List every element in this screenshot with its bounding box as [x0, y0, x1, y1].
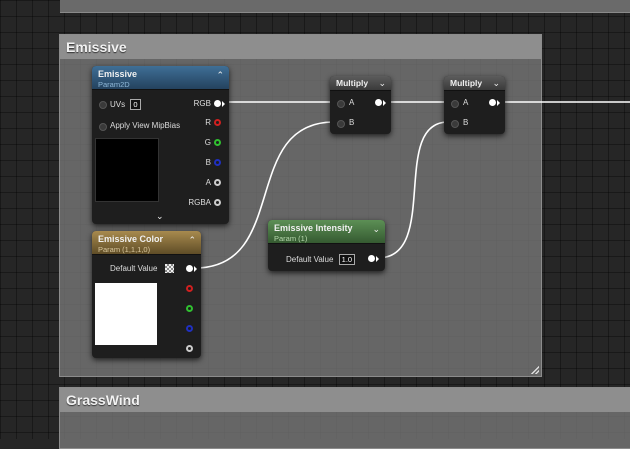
output-rgb-arrow-icon [194, 266, 197, 272]
output-r-label: R [205, 118, 211, 127]
output-rgb-label: RGB [193, 99, 211, 108]
input-b-label: B [463, 118, 469, 127]
node-emissive-texture[interactable]: Emissive Param2D ⌃ UVs 0 Apply View MipB… [92, 66, 229, 224]
input-a-pin[interactable] [337, 100, 345, 108]
node-emissive-intensity[interactable]: Emissive Intensity Param (1) ⌄ Default V… [268, 220, 385, 271]
expand-chevron-icon[interactable]: ⌄ [156, 211, 164, 222]
output-arrow-icon [383, 100, 386, 106]
collapse-chevron-icon[interactable]: ⌃ [216, 70, 224, 81]
output-rgba-pin[interactable] [214, 199, 221, 206]
mipbias-label: Apply View MipBias [110, 121, 181, 130]
input-b-pin[interactable] [451, 120, 459, 128]
collapse-chevron-icon[interactable]: ⌄ [378, 78, 386, 89]
node-title: Emissive Color [98, 234, 164, 244]
output-b-pin[interactable] [214, 159, 221, 166]
color-preview [95, 283, 157, 345]
input-a-pin[interactable] [451, 100, 459, 108]
output-pin[interactable] [375, 99, 382, 106]
output-rgb-pin[interactable] [214, 100, 221, 107]
node-header[interactable]: Emissive Color Param (1,1,1,0) ⌃ [92, 231, 201, 255]
collapse-chevron-icon[interactable]: ⌄ [492, 78, 500, 89]
output-a-pin[interactable] [186, 345, 193, 352]
node-emissive-color[interactable]: Emissive Color Param (1,1,1,0) ⌃ Default… [92, 231, 201, 358]
wire-intensity-to-multiply2-b [377, 121, 449, 259]
output-r-pin[interactable] [214, 119, 221, 126]
node-subtitle: Param (1,1,1,0) [98, 245, 151, 254]
input-a-label: A [463, 98, 469, 107]
output-rgb-arrow-icon [222, 101, 225, 107]
node-title: Emissive Intensity [274, 223, 353, 233]
output-a-label: A [205, 178, 211, 187]
node-header[interactable]: Multiply ⌄ [330, 76, 391, 91]
uvs-label: UVs [110, 100, 126, 109]
output-rgb-pin[interactable] [186, 265, 193, 272]
default-value-label: Default Value [286, 255, 334, 264]
node-header[interactable]: Multiply ⌄ [444, 76, 505, 91]
output-pin[interactable] [368, 255, 375, 262]
color-swatch-checker-icon[interactable] [165, 264, 174, 273]
input-b-pin[interactable] [337, 120, 345, 128]
collapse-chevron-icon[interactable]: ⌃ [188, 235, 196, 246]
input-b-label: B [349, 118, 355, 127]
input-a-label: A [349, 98, 355, 107]
output-g-pin[interactable] [214, 139, 221, 146]
output-b-pin[interactable] [186, 325, 193, 332]
node-header[interactable]: Emissive Param2D ⌃ [92, 66, 229, 90]
output-pin[interactable] [489, 99, 496, 106]
output-arrow-icon [497, 100, 500, 106]
output-g-label: G [204, 138, 211, 147]
default-value-field[interactable]: 1.0 [338, 254, 356, 265]
output-rgba-label: RGBA [188, 198, 211, 207]
output-a-pin[interactable] [214, 179, 221, 186]
mipbias-input-pin[interactable] [99, 123, 107, 131]
collapse-chevron-icon[interactable]: ⌄ [372, 224, 380, 235]
node-multiply-2[interactable]: Multiply ⌄ A B [444, 76, 505, 134]
uvs-input-pin[interactable] [99, 101, 107, 109]
uvs-value-field[interactable]: 0 [130, 99, 141, 110]
node-header[interactable]: Emissive Intensity Param (1) ⌄ [268, 220, 385, 244]
output-g-pin[interactable] [186, 305, 193, 312]
output-arrow-icon [376, 256, 379, 262]
node-title: Emissive [98, 69, 138, 79]
node-multiply-1[interactable]: Multiply ⌄ A B [330, 76, 391, 134]
texture-preview [95, 138, 159, 202]
output-b-label: B [205, 158, 211, 167]
output-r-pin[interactable] [186, 285, 193, 292]
default-value-label: Default Value [110, 264, 158, 273]
node-subtitle: Param (1) [274, 234, 308, 243]
node-subtitle: Param2D [98, 80, 130, 89]
